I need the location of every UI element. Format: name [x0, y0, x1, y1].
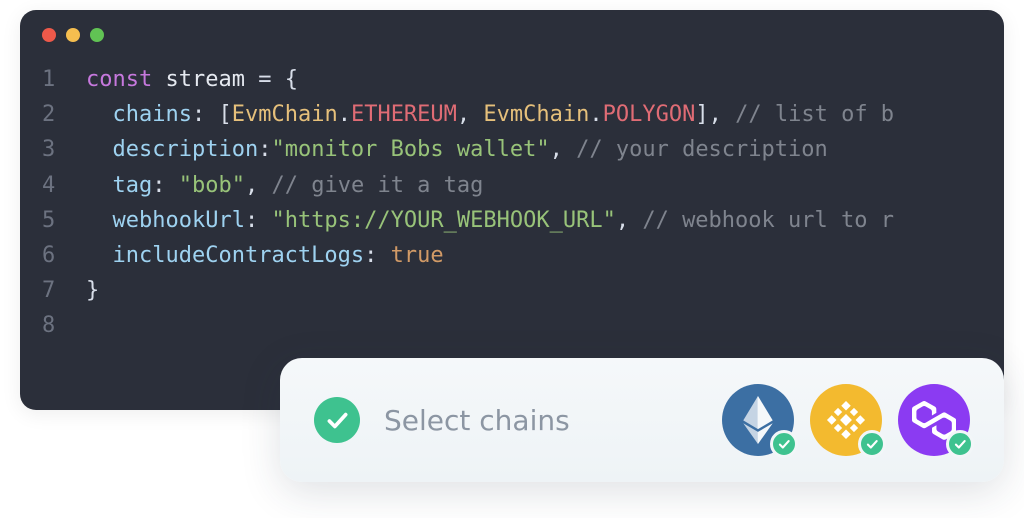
code-line: 6 includeContractLogs: true — [42, 238, 1004, 273]
ethereum-icon — [743, 396, 773, 444]
code-line: 1const stream = { — [42, 62, 1004, 97]
code-line: 4 tag: "bob", // give it a tag — [42, 168, 1004, 203]
line-content: webhookUrl: "https://YOUR_WEBHOOK_URL", … — [86, 203, 894, 238]
line-content: description:"monitor Bobs wallet", // yo… — [86, 132, 828, 167]
line-content: includeContractLogs: true — [86, 238, 444, 273]
line-number: 8 — [42, 308, 86, 343]
line-number: 3 — [42, 132, 86, 167]
panel-title: Select chains — [384, 404, 570, 437]
line-number: 1 — [42, 62, 86, 97]
line-content: const stream = { — [86, 62, 298, 97]
line-number: 2 — [42, 97, 86, 132]
check-icon — [314, 397, 360, 443]
line-number: 6 — [42, 238, 86, 273]
code-line: 8 — [42, 308, 1004, 343]
code-line: 3 description:"monitor Bobs wallet", // … — [42, 132, 1004, 167]
line-content: chains: [EvmChain.ETHEREUM, EvmChain.POL… — [86, 97, 894, 132]
ethereum-chain-button[interactable] — [722, 384, 794, 456]
maximize-icon[interactable] — [90, 28, 104, 42]
code-editor: 1const stream = {2 chains: [EvmChain.ETH… — [20, 10, 1004, 410]
code-content[interactable]: 1const stream = {2 chains: [EvmChain.ETH… — [20, 42, 1004, 344]
minimize-icon[interactable] — [66, 28, 80, 42]
window-traffic-lights — [20, 10, 1004, 42]
polygon-chain-button[interactable] — [898, 384, 970, 456]
line-content: } — [86, 273, 99, 308]
line-number: 4 — [42, 168, 86, 203]
selected-check-icon — [770, 430, 798, 458]
code-line: 7} — [42, 273, 1004, 308]
selected-check-icon — [946, 430, 974, 458]
code-line: 2 chains: [EvmChain.ETHEREUM, EvmChain.P… — [42, 97, 1004, 132]
bnb-chain-button[interactable] — [810, 384, 882, 456]
line-number: 5 — [42, 203, 86, 238]
line-content: tag: "bob", // give it a tag — [86, 168, 483, 203]
code-line: 5 webhookUrl: "https://YOUR_WEBHOOK_URL"… — [42, 203, 1004, 238]
select-chains-panel: Select chains — [280, 358, 1004, 482]
close-icon[interactable] — [42, 28, 56, 42]
chain-icons — [722, 384, 970, 456]
selected-check-icon — [858, 430, 886, 458]
line-number: 7 — [42, 273, 86, 308]
